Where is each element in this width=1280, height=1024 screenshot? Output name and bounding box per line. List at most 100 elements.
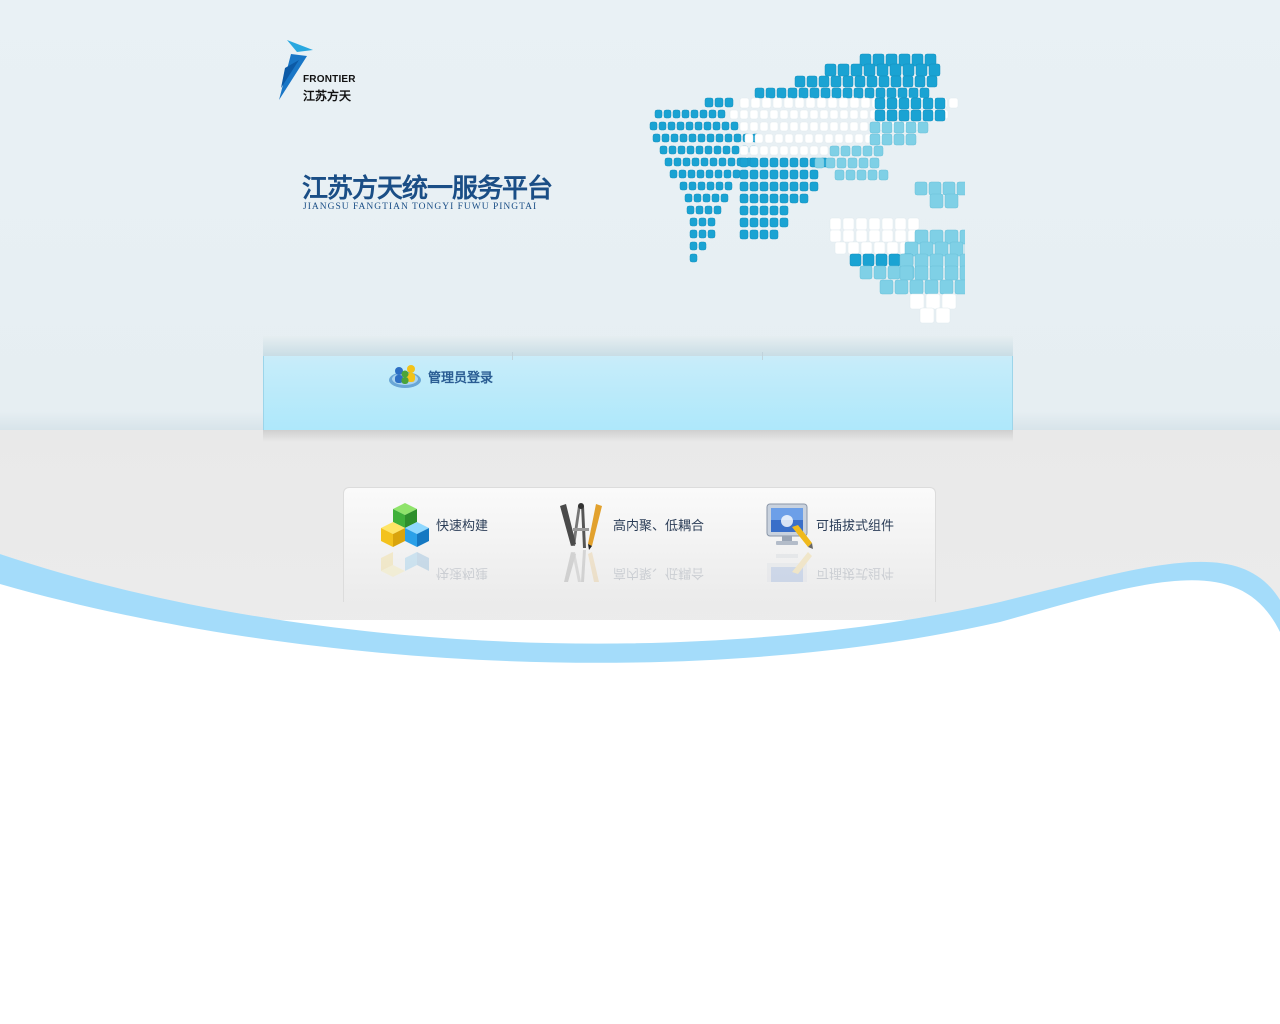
map-tile <box>954 279 965 295</box>
map-tile <box>856 169 867 181</box>
map-tile <box>829 217 842 231</box>
map-tile <box>686 205 695 215</box>
map-tile <box>685 121 694 131</box>
map-tile <box>941 293 957 310</box>
map-tile <box>759 217 769 228</box>
map-tile <box>749 181 759 192</box>
map-tile <box>698 229 707 239</box>
map-tile <box>689 217 698 227</box>
map-tile <box>834 133 844 144</box>
map-tile <box>799 181 809 192</box>
map-tile <box>787 87 798 99</box>
map-tile <box>789 157 799 168</box>
map-tile <box>878 75 890 88</box>
map-tile <box>925 293 941 310</box>
map-tile <box>879 279 894 295</box>
admin-login-link[interactable]: 管理员登录 <box>428 367 493 386</box>
map-tile <box>765 87 776 99</box>
map-tile <box>799 193 809 204</box>
map-tile <box>707 229 716 239</box>
tab-divider <box>762 352 763 360</box>
map-tile <box>840 145 851 157</box>
map-tile <box>679 133 688 143</box>
map-tile <box>858 157 869 169</box>
map-tile <box>915 63 928 77</box>
map-tile <box>711 193 720 203</box>
map-tile <box>750 97 761 109</box>
map-tile <box>886 87 897 99</box>
admin-users-icon[interactable] <box>388 362 422 390</box>
map-tile <box>862 145 873 157</box>
map-tile <box>703 121 712 131</box>
map-tile <box>739 169 749 180</box>
map-tile <box>806 75 818 88</box>
map-tile <box>673 157 682 167</box>
map-tile <box>739 229 749 240</box>
map-tile <box>863 63 876 77</box>
map-tile <box>831 87 842 99</box>
map-tile <box>678 169 687 179</box>
map-tile <box>878 169 889 181</box>
map-tile <box>794 97 805 109</box>
map-tile <box>769 145 779 156</box>
map-tile <box>829 145 840 157</box>
map-tile <box>749 205 759 216</box>
map-tile <box>939 279 954 295</box>
map-tile <box>849 253 862 267</box>
map-tile <box>722 145 731 155</box>
map-tile <box>789 181 799 192</box>
map-tile <box>783 97 794 109</box>
map-tile <box>789 169 799 180</box>
map-tile <box>689 253 698 263</box>
drafting-tools-icon <box>560 503 602 550</box>
logo-text-cn: 江苏方天 <box>303 89 352 103</box>
map-tile <box>688 181 697 191</box>
map-tile <box>695 145 704 155</box>
map-tile <box>769 205 779 216</box>
map-tile <box>759 181 769 192</box>
map-tile <box>942 181 956 196</box>
map-tile <box>789 109 799 120</box>
map-tile <box>749 229 759 240</box>
map-tile <box>934 97 946 110</box>
map-tile <box>944 265 959 281</box>
map-tile <box>935 307 951 324</box>
map-tile <box>677 145 686 155</box>
map-tile <box>849 97 860 109</box>
map-tile <box>679 181 688 191</box>
feature-label-quick-build: 快速构建 <box>436 519 489 534</box>
map-tile <box>658 121 667 131</box>
map-tile <box>866 75 878 88</box>
map-tile <box>684 193 693 203</box>
map-tile <box>779 145 789 156</box>
map-tile <box>873 265 887 280</box>
map-tile <box>659 145 668 155</box>
map-tile <box>769 109 779 120</box>
map-tile <box>959 265 965 281</box>
map-tile <box>759 157 769 168</box>
map-tile <box>873 145 884 157</box>
map-tile <box>902 63 915 77</box>
map-tile <box>814 133 824 144</box>
map-tile <box>919 87 930 99</box>
map-tile <box>769 121 779 132</box>
map-tile <box>759 205 769 216</box>
map-tile <box>894 279 909 295</box>
map-tile <box>799 145 809 156</box>
map-tile <box>855 229 868 243</box>
map-tile <box>829 229 842 243</box>
map-tile <box>842 87 853 99</box>
map-tile <box>910 109 922 122</box>
map-tile <box>919 307 935 324</box>
map-tile <box>845 169 856 181</box>
map-tile <box>759 193 769 204</box>
map-tile <box>749 121 759 132</box>
map-tile <box>779 217 789 228</box>
feature-label-cohesion: 高内聚、低耦合 <box>613 519 705 534</box>
map-tile <box>860 241 873 255</box>
map-tile <box>909 293 925 310</box>
platform-title: 江苏方天统一服务平台 <box>302 174 553 204</box>
map-tile <box>859 121 869 132</box>
map-tile <box>718 157 727 167</box>
map-tile <box>922 109 934 122</box>
